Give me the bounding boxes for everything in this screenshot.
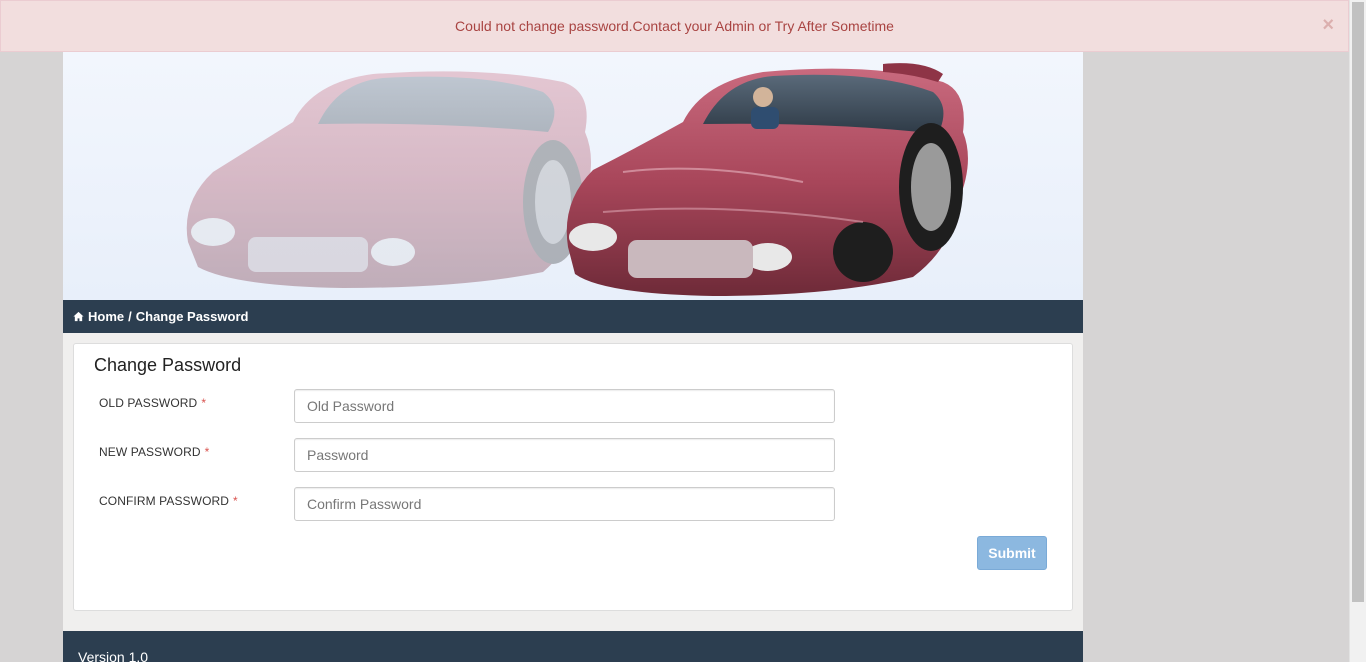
old-password-input[interactable] — [294, 389, 835, 423]
car-banner-image — [186, 63, 968, 297]
home-icon — [73, 311, 84, 322]
header-banner — [63, 52, 1083, 300]
confirm-password-label: CONFIRM PASSWORD * — [99, 494, 238, 508]
breadcrumb-separator: / — [128, 309, 132, 324]
breadcrumb: Home / Change Password — [63, 300, 1083, 333]
vertical-scrollbar[interactable] — [1349, 0, 1366, 662]
new-password-label: NEW PASSWORD * — [99, 445, 210, 459]
old-password-row: OLD PASSWORD * — [99, 389, 839, 423]
close-icon[interactable]: × — [1322, 15, 1334, 35]
submit-button[interactable]: Submit — [977, 536, 1047, 570]
confirm-password-row: CONFIRM PASSWORD * — [99, 487, 839, 521]
error-alert: Could not change password.Contact your A… — [0, 0, 1349, 52]
confirm-password-input[interactable] — [294, 487, 835, 521]
footer: Version 1.0 — [63, 631, 1083, 662]
page-title: Change Password — [94, 355, 242, 375]
main-container: Home / Change Password Change Password O… — [63, 52, 1083, 662]
required-mark: * — [204, 445, 210, 459]
alert-message: Could not change password.Contact your A… — [455, 18, 894, 34]
new-password-row: NEW PASSWORD * — [99, 438, 839, 472]
breadcrumb-current: Change Password — [135, 309, 249, 324]
breadcrumb-home-link[interactable]: Home — [88, 309, 124, 324]
version-label: Version 1.0 — [78, 649, 149, 662]
change-password-panel: Change Password OLD PASSWORD * NEW PASSWO… — [73, 343, 1073, 611]
scrollbar-thumb[interactable] — [1352, 2, 1364, 602]
new-password-input[interactable] — [294, 438, 835, 472]
old-password-label: OLD PASSWORD * — [99, 396, 207, 410]
required-mark: * — [233, 494, 238, 508]
required-mark: * — [201, 396, 207, 410]
